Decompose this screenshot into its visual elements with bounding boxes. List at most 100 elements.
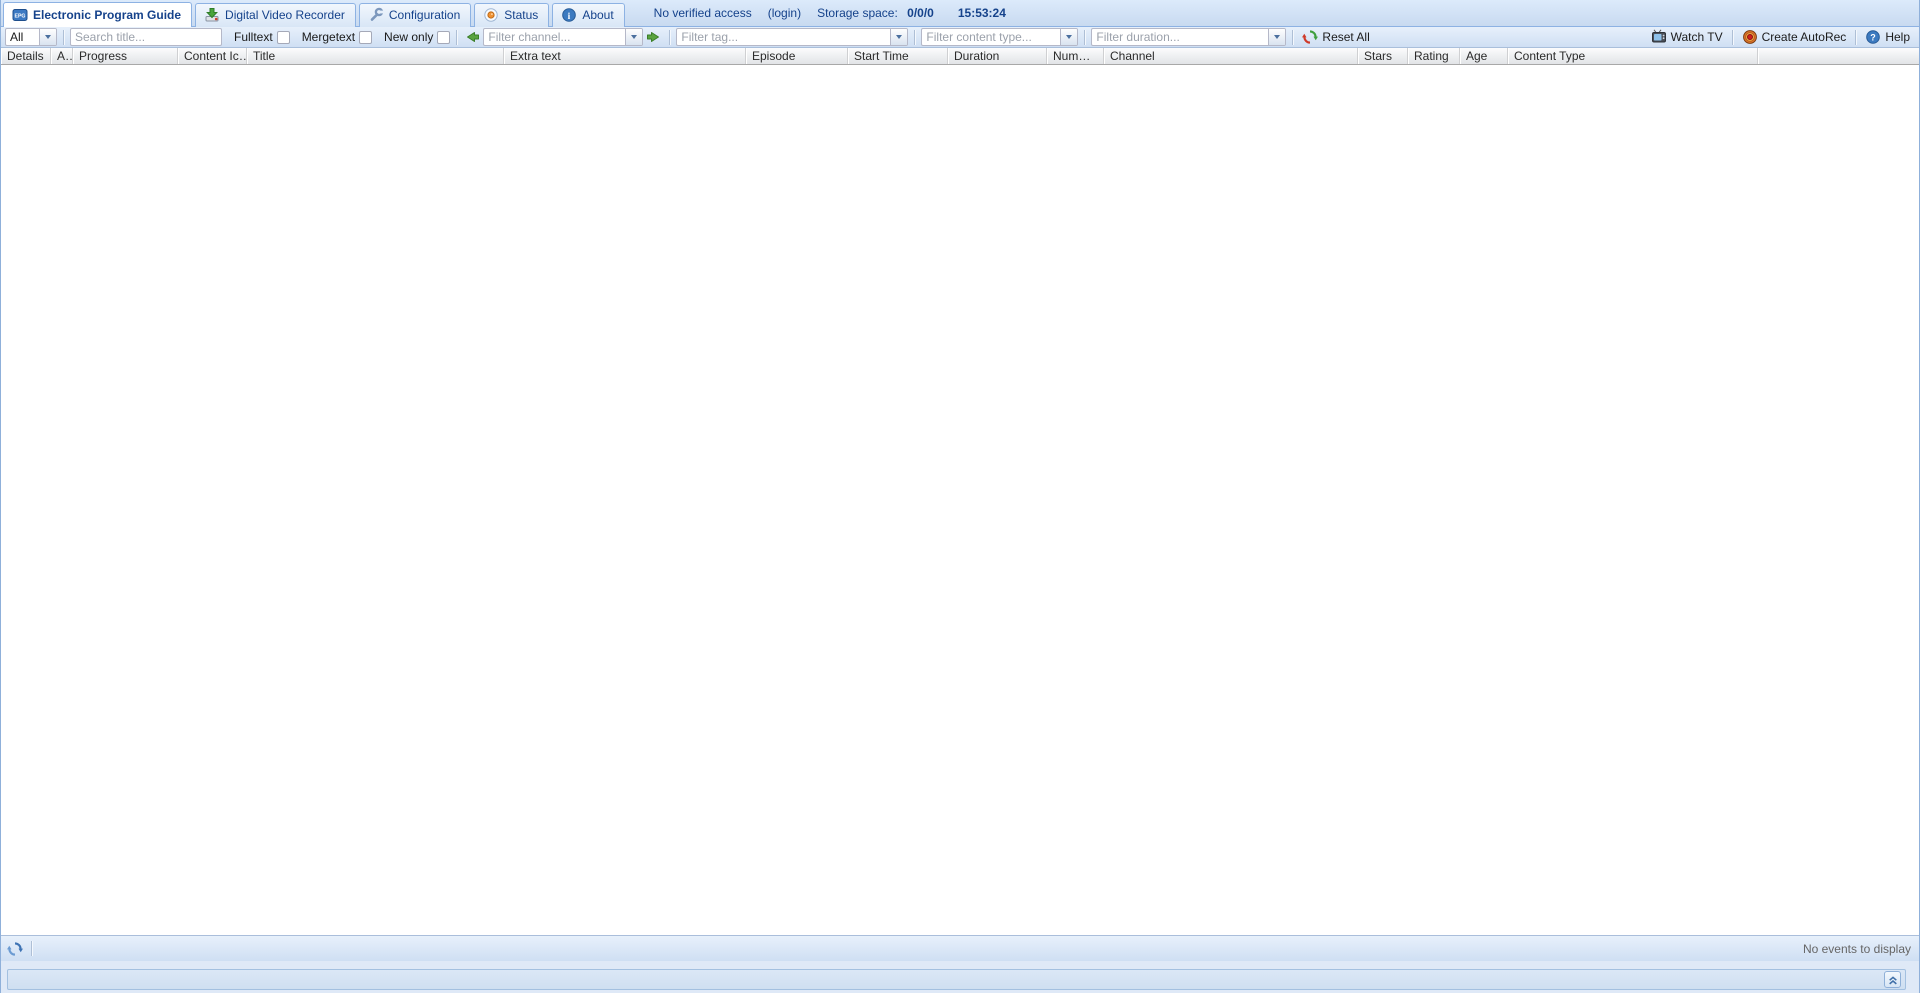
record-icon	[1742, 29, 1758, 45]
tab-configuration[interactable]: Configuration	[359, 3, 471, 27]
search-mode-trigger[interactable]	[39, 29, 56, 45]
storage-value: 0/0/0	[907, 6, 934, 20]
toolbar-separator	[1732, 30, 1733, 45]
storage-space: Storage space: 0/0/0	[817, 6, 934, 20]
column-header-rating[interactable]: Rating	[1408, 48, 1460, 64]
tab-status[interactable]: Status	[474, 3, 549, 27]
search-title-input[interactable]	[70, 28, 222, 46]
column-header-number[interactable]: Num…	[1047, 48, 1104, 64]
create-autorec-button[interactable]: Create AutoRec	[1739, 27, 1850, 47]
filter-content-type-trigger[interactable]	[1060, 29, 1077, 45]
toolbar-separator	[1855, 30, 1856, 45]
reset-refresh-icon	[1302, 29, 1318, 45]
reset-all-label: Reset All	[1322, 30, 1369, 44]
column-header-details[interactable]: Details	[1, 48, 51, 64]
column-header-stars[interactable]: Stars	[1358, 48, 1408, 64]
svg-text:i: i	[568, 12, 571, 22]
grid-body	[1, 65, 1919, 935]
tab-label: About	[582, 8, 613, 22]
tab-label: Electronic Program Guide	[33, 8, 181, 22]
tv-icon	[1651, 29, 1667, 45]
tab-digital-video-recorder[interactable]: Digital Video Recorder	[195, 3, 356, 27]
wrench-icon	[368, 7, 384, 23]
column-header-age[interactable]: Age	[1460, 48, 1508, 64]
clock: 15:53:24	[958, 6, 1006, 20]
toolbar-separator	[669, 30, 670, 45]
toolbar-separator	[63, 30, 64, 45]
filter-duration-trigger[interactable]	[1268, 29, 1285, 45]
search-mode-select[interactable]: All	[5, 28, 57, 46]
filter-tag-combo[interactable]: Filter tag...	[676, 28, 908, 46]
statusbar-separator	[31, 941, 32, 956]
svg-text:?: ?	[1871, 33, 1877, 43]
filter-channel-placeholder: Filter channel...	[484, 30, 625, 44]
filter-tag-placeholder: Filter tag...	[677, 30, 890, 44]
column-header-content-icon[interactable]: Content Ic…	[178, 48, 247, 64]
refresh-button[interactable]	[7, 941, 23, 957]
fulltext-checkbox[interactable]	[277, 31, 290, 44]
green-left-arrow-icon	[465, 29, 481, 45]
column-header-start-time[interactable]: Start Time	[848, 48, 948, 64]
grid-status-message: No events to display	[1803, 942, 1911, 956]
filter-content-type-combo[interactable]: Filter content type...	[921, 28, 1078, 46]
refresh-icon	[7, 941, 23, 957]
watch-tv-button[interactable]: Watch TV	[1648, 27, 1726, 47]
svg-text:EPG: EPG	[15, 13, 26, 19]
column-header-channel[interactable]: Channel	[1104, 48, 1358, 64]
help-icon: ?	[1865, 29, 1881, 45]
help-label: Help	[1885, 30, 1910, 44]
mergetext-label: Mergetext	[302, 30, 355, 44]
grid-status-bar: No events to display	[1, 935, 1919, 961]
status-eye-icon	[483, 7, 499, 23]
prev-channel-button[interactable]	[465, 29, 481, 45]
filter-tag-trigger[interactable]	[890, 29, 907, 45]
epg-icon: EPG	[12, 7, 28, 23]
toolbar-separator	[456, 30, 457, 45]
storage-label: Storage space:	[817, 6, 898, 20]
newonly-label: New only	[384, 30, 433, 44]
newonly-checkbox[interactable]	[437, 31, 450, 44]
next-channel-button[interactable]	[645, 29, 661, 45]
help-button[interactable]: ? Help	[1862, 27, 1913, 47]
filter-toolbar: All Fulltext Mergetext New only Filter c…	[1, 27, 1919, 48]
access-status-text: No verified access	[654, 6, 752, 20]
filter-duration-combo[interactable]: Filter duration...	[1091, 28, 1286, 46]
top-info: No verified access (login) Storage space…	[654, 0, 1006, 26]
mergetext-checkbox[interactable]	[359, 31, 372, 44]
column-header-episode[interactable]: Episode	[746, 48, 848, 64]
reset-all-button[interactable]: Reset All	[1299, 27, 1372, 47]
filter-channel-combo[interactable]: Filter channel...	[483, 28, 643, 46]
expand-panel-button[interactable]	[1884, 971, 1901, 988]
tab-bar: EPG Electronic Program Guide Digital Vid…	[1, 0, 1919, 27]
watch-tv-label: Watch TV	[1671, 30, 1723, 44]
double-chevron-up-icon	[1886, 973, 1900, 987]
filter-content-type-placeholder: Filter content type...	[922, 30, 1060, 44]
column-header-extra-text[interactable]: Extra text	[504, 48, 746, 64]
dvr-icon	[204, 7, 220, 23]
tab-electronic-program-guide[interactable]: EPG Electronic Program Guide	[3, 2, 192, 27]
fulltext-label: Fulltext	[234, 30, 273, 44]
filter-duration-placeholder: Filter duration...	[1092, 30, 1268, 44]
column-header-duration[interactable]: Duration	[948, 48, 1047, 64]
toolbar-separator	[1292, 30, 1293, 45]
south-panel-collapsed[interactable]	[7, 969, 1906, 990]
grid-header: Details A… Progress Content Ic… Title Ex…	[1, 48, 1919, 65]
create-autorec-label: Create AutoRec	[1762, 30, 1847, 44]
tab-label: Status	[504, 8, 538, 22]
tvheadend-app: EPG Electronic Program Guide Digital Vid…	[0, 0, 1920, 993]
filter-channel-trigger[interactable]	[625, 29, 642, 45]
toolbar-separator	[1084, 30, 1085, 45]
column-header-a[interactable]: A…	[51, 48, 73, 64]
column-header-title[interactable]: Title	[247, 48, 504, 64]
column-header-progress[interactable]: Progress	[73, 48, 178, 64]
green-right-arrow-icon	[645, 29, 661, 45]
tab-about[interactable]: i About	[552, 3, 624, 27]
column-header-content-type[interactable]: Content Type	[1508, 48, 1758, 64]
info-icon: i	[561, 7, 577, 23]
column-header-filler	[1758, 48, 1919, 64]
tab-label: Configuration	[389, 8, 460, 22]
tab-label: Digital Video Recorder	[225, 8, 345, 22]
login-link[interactable]: (login)	[768, 6, 801, 20]
south-area	[1, 961, 1919, 993]
search-mode-value: All	[6, 30, 39, 44]
